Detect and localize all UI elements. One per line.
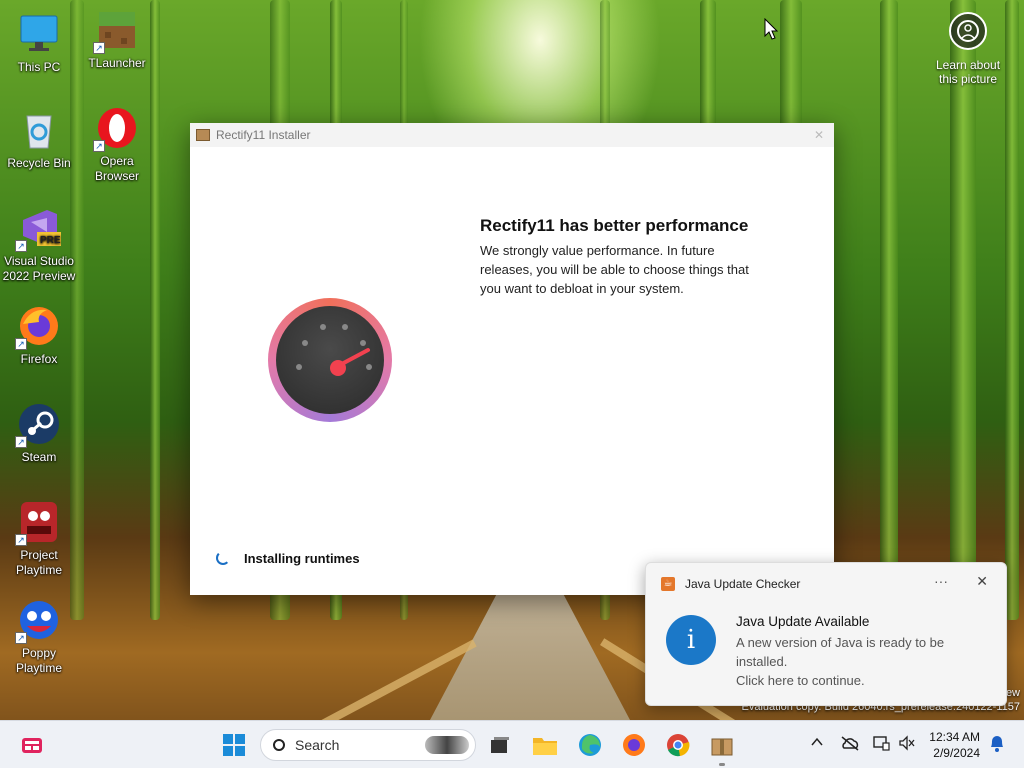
edge-icon <box>579 734 601 756</box>
java-icon: ☕ <box>661 577 675 591</box>
firefox-taskbar-button[interactable] <box>620 731 648 759</box>
visual-studio-icon: PRE ↗ <box>15 206 61 252</box>
show-hidden-icons-button[interactable] <box>810 735 824 752</box>
installer-heading: Rectify11 has better performance <box>480 216 749 235</box>
desktop-icon-label: Steam <box>21 450 57 464</box>
desktop-icon-recycle-bin[interactable]: Recycle Bin <box>1 108 77 171</box>
onedrive-offline-icon <box>841 736 859 751</box>
minecraft-block-icon: ↗ <box>93 8 139 54</box>
desktop-icon-label: Poppy Playtime <box>15 646 62 675</box>
search-highlight-icon <box>425 736 469 754</box>
camera-icon <box>949 12 987 50</box>
java-update-notification[interactable]: ☕ Java Update Checker ··· ✕ i Java Updat… <box>645 562 1007 706</box>
network-button[interactable] <box>872 735 890 754</box>
onedrive-button[interactable] <box>840 735 860 754</box>
install-status: Installing runtimes <box>244 551 360 566</box>
search-icon <box>273 739 285 751</box>
bell-icon <box>991 736 1003 752</box>
speedometer-icon <box>268 298 392 422</box>
notifications-button[interactable] <box>988 733 1006 756</box>
volume-button[interactable] <box>898 735 916 754</box>
widgets-button[interactable] <box>18 731 46 759</box>
start-button[interactable] <box>220 731 248 759</box>
shortcut-arrow-icon: ↗ <box>15 534 27 546</box>
shortcut-arrow-icon: ↗ <box>15 632 27 644</box>
shortcut-arrow-icon: ↗ <box>15 240 27 252</box>
task-view-button[interactable] <box>486 731 514 759</box>
chevron-up-icon <box>811 737 823 746</box>
running-indicator <box>719 763 725 766</box>
rectify-installer-taskbar-button[interactable] <box>708 731 736 766</box>
svg-text:PRE: PRE <box>40 235 61 246</box>
mouse-cursor <box>764 17 779 45</box>
opera-icon: ↗ <box>93 106 139 152</box>
task-view-icon <box>491 737 509 753</box>
folder-icon <box>533 738 557 755</box>
desktop-icon-poppy-playtime[interactable]: ↗ Poppy Playtime <box>1 598 77 676</box>
shortcut-arrow-icon: ↗ <box>93 42 105 54</box>
network-icon <box>873 736 890 751</box>
shortcut-arrow-icon: ↗ <box>15 436 27 448</box>
desktop-icon-project-playtime[interactable]: ↗ Project Playtime <box>1 500 77 578</box>
package-icon <box>711 738 733 756</box>
widgets-icon <box>22 738 42 753</box>
desktop-icon-label: Firefox <box>20 352 58 366</box>
clock-date: 2/9/2024 <box>933 746 980 760</box>
notification-body[interactable]: A new version of Java is ready to be ins… <box>736 633 986 690</box>
more-options-button[interactable]: ··· <box>934 573 948 589</box>
desktop-icon-label: Project Playtime <box>15 548 62 577</box>
desktop-icon-firefox[interactable]: ↗ Firefox <box>1 304 77 367</box>
file-explorer-button[interactable] <box>531 731 559 759</box>
installer-titlebar[interactable]: Rectify11 Installer ✕ <box>190 123 834 147</box>
taskbar-search[interactable]: Search <box>260 729 476 761</box>
shortcut-arrow-icon: ↗ <box>15 338 27 350</box>
chrome-button[interactable] <box>664 731 692 759</box>
clock-time: 12:34 AM <box>929 730 980 744</box>
desktop-icon-steam[interactable]: ↗ Steam <box>1 402 77 465</box>
desktop-icon-label: Recycle Bin <box>7 156 71 170</box>
recycle-bin-icon <box>17 108 61 152</box>
chrome-icon <box>667 734 690 757</box>
shortcut-arrow-icon: ↗ <box>93 140 105 152</box>
info-icon: i <box>666 615 716 665</box>
notification-app-name: Java Update Checker <box>685 577 801 591</box>
desktop-icon-this-pc[interactable]: This PC <box>1 12 77 75</box>
clock[interactable]: 12:34 AM 2/9/2024 <box>929 729 980 761</box>
computer-icon <box>17 12 61 56</box>
installer-description: We strongly value performance. In future… <box>480 243 749 296</box>
edge-button[interactable] <box>576 731 604 759</box>
search-placeholder: Search <box>295 737 340 753</box>
windows-logo-icon <box>223 734 245 756</box>
window-title: Rectify11 Installer <box>216 128 311 142</box>
desktop-icon-label: This PC <box>17 60 61 74</box>
desktop-icon-opera[interactable]: ↗ Opera Browser <box>79 106 155 184</box>
installer-window: Rectify11 Installer ✕ Rectify11 has bett… <box>190 123 834 595</box>
desktop-icon-label: TLauncher <box>88 56 146 70</box>
project-playtime-icon: ↗ <box>15 500 61 546</box>
desktop-icon-label: Visual Studio 2022 Preview <box>2 254 76 283</box>
volume-muted-icon <box>899 735 915 751</box>
learn-about-label: Learn about this picture <box>935 58 1001 86</box>
desktop-icon-label: Opera Browser <box>94 154 139 183</box>
firefox-icon <box>623 734 645 756</box>
steam-icon: ↗ <box>15 402 61 448</box>
desktop-icon-visual-studio[interactable]: PRE ↗ Visual Studio 2022 Preview <box>1 206 77 284</box>
notification-title: Java Update Available <box>736 614 870 629</box>
poppy-playtime-icon: ↗ <box>15 598 61 644</box>
loading-spinner-icon <box>216 551 230 565</box>
package-icon <box>196 129 210 141</box>
taskbar: Search 12:34 AM 2/9/2024 <box>0 720 1024 768</box>
learn-about-picture[interactable]: Learn about this picture <box>926 12 1010 86</box>
firefox-icon: ↗ <box>15 304 61 350</box>
notification-close-button[interactable]: ✕ <box>976 573 988 590</box>
desktop-icon-tlauncher[interactable]: ↗ TLauncher <box>79 8 155 71</box>
close-button[interactable]: ✕ <box>804 128 834 142</box>
